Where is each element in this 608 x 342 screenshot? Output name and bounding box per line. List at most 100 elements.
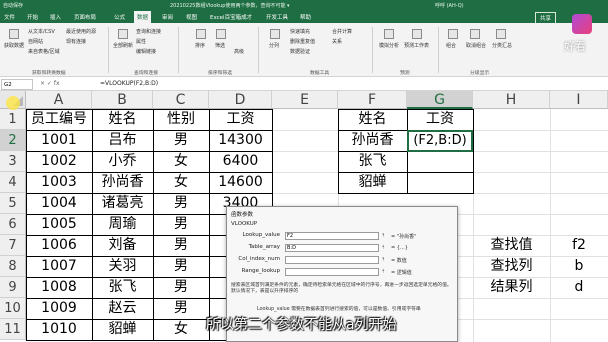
cell-h8[interactable]: 查找列 xyxy=(473,256,550,277)
cell-c5[interactable]: 男 xyxy=(153,193,209,214)
column-header-a[interactable]: A xyxy=(26,91,92,109)
cell-f3[interactable]: 张飞 xyxy=(338,151,407,172)
row-header-3[interactable]: 3 xyxy=(0,151,26,172)
cell-b7[interactable]: 刘备 xyxy=(92,235,153,256)
cell-d2[interactable]: 14300 xyxy=(209,130,272,151)
cell-a8[interactable]: 1007 xyxy=(26,256,92,277)
autosave-label[interactable]: 自动保存 xyxy=(3,2,23,9)
tab-help[interactable]: 帮助 xyxy=(300,13,311,21)
collapse-dialog-icon[interactable]: ⇡ xyxy=(381,256,387,264)
relationships-button[interactable]: 关系 xyxy=(332,38,342,45)
cell-b9[interactable]: 张飞 xyxy=(92,277,153,298)
cell-c4[interactable]: 女 xyxy=(153,172,209,193)
cell-f1[interactable]: 姓名 xyxy=(338,109,407,130)
cell-i8[interactable]: b xyxy=(550,256,608,277)
cell-b4[interactable]: 孙尚香 xyxy=(92,172,153,193)
cell-b2[interactable]: 吕布 xyxy=(92,130,153,151)
header-name[interactable]: 姓名 xyxy=(92,109,153,130)
from-table-button[interactable]: 来自表格/区域 xyxy=(28,48,60,55)
row-header-4[interactable]: 4 xyxy=(0,172,26,193)
properties-button[interactable]: 属性 xyxy=(136,38,146,45)
row-header-10[interactable]: 10 xyxy=(0,298,26,319)
cell-b3[interactable]: 小乔 xyxy=(92,151,153,172)
tab-home[interactable]: 开始 xyxy=(27,13,38,21)
remove-duplicates-button[interactable]: 删除重复值 xyxy=(290,38,315,45)
tab-review[interactable]: 审阅 xyxy=(162,13,173,21)
collapse-dialog-icon[interactable]: ⇡ xyxy=(381,232,387,240)
tab-formulas[interactable]: 公式 xyxy=(114,13,125,21)
row-header-9[interactable]: 9 xyxy=(0,277,26,298)
header-salary[interactable]: 工资 xyxy=(209,109,272,130)
name-box[interactable]: G2 xyxy=(1,79,33,90)
header-employee-id[interactable]: 员工编号 xyxy=(26,109,92,130)
cell-c3[interactable]: 女 xyxy=(153,151,209,172)
cell-c2[interactable]: 男 xyxy=(153,130,209,151)
formula-input[interactable]: =VLOOKUP(F2,B:D) xyxy=(100,80,158,87)
cell-a4[interactable]: 1003 xyxy=(26,172,92,193)
from-csv-button[interactable]: 从文本/CSV xyxy=(28,28,55,35)
collapse-dialog-icon[interactable]: ⇡ xyxy=(381,268,387,276)
column-header-h[interactable]: H xyxy=(473,91,550,109)
existing-connections-button[interactable]: 现有连接 xyxy=(66,38,86,45)
tab-insert[interactable]: 插入 xyxy=(50,13,61,21)
column-header-b[interactable]: B xyxy=(92,91,153,109)
arg-input-table-array[interactable]: B:D xyxy=(285,244,379,252)
tab-excel-toolbox[interactable]: Excel百宝箱成才 xyxy=(210,13,252,21)
tab-file[interactable]: 文件 xyxy=(4,13,15,21)
cell-d4[interactable]: 14600 xyxy=(209,172,272,193)
arg-input-range-lookup[interactable] xyxy=(285,268,379,276)
column-header-g[interactable]: G xyxy=(407,91,473,109)
arg-input-col-index[interactable] xyxy=(285,256,379,264)
cell-b5[interactable]: 诸葛亮 xyxy=(92,193,153,214)
cell-f2[interactable]: 孙尚香 xyxy=(338,130,407,151)
ungroup-button[interactable]: 取消组合 xyxy=(466,42,486,49)
text-to-columns-button[interactable]: 分列 xyxy=(269,42,279,49)
cell-i7[interactable]: f2 xyxy=(550,235,608,256)
column-header-e[interactable]: E xyxy=(272,91,338,109)
row-header-6[interactable]: 6 xyxy=(0,214,26,235)
advanced-filter-button[interactable]: 高级 xyxy=(234,48,244,55)
row-header-1[interactable]: 1 xyxy=(0,109,26,130)
column-header-d[interactable]: D xyxy=(209,91,272,109)
column-header-c[interactable]: C xyxy=(153,91,209,109)
tab-data[interactable]: 数据 xyxy=(134,11,152,23)
cell-c10[interactable]: 男 xyxy=(153,298,209,319)
cell-a2[interactable]: 1001 xyxy=(26,130,92,151)
cell-g1[interactable]: 工资 xyxy=(407,109,473,130)
cell-d3[interactable]: 6400 xyxy=(209,151,272,172)
cell-a6[interactable]: 1005 xyxy=(26,214,92,235)
user-name[interactable]: 呼呼 (AH-Q) xyxy=(435,2,464,9)
cell-a7[interactable]: 1006 xyxy=(26,235,92,256)
cell-b8[interactable]: 关羽 xyxy=(92,256,153,277)
collapse-dialog-icon[interactable]: ⇡ xyxy=(381,244,387,252)
cell-a9[interactable]: 1008 xyxy=(26,277,92,298)
recent-sources-button[interactable]: 最近使用的源 xyxy=(66,28,96,35)
filter-button[interactable]: 筛选 xyxy=(215,42,225,49)
cell-b6[interactable]: 周瑜 xyxy=(92,214,153,235)
cell-c6[interactable]: 男 xyxy=(153,214,209,235)
forecast-sheet-button[interactable]: 预测工作表 xyxy=(404,42,429,49)
cell-c8[interactable]: 男 xyxy=(153,256,209,277)
row-header-8[interactable]: 8 xyxy=(0,256,26,277)
cell-g2-editing[interactable]: (F2,B:D) xyxy=(409,132,471,150)
what-if-analysis-button[interactable]: 模拟分析 xyxy=(379,42,399,49)
cell-a3[interactable]: 1002 xyxy=(26,151,92,172)
cell-h7[interactable]: 查找值 xyxy=(473,235,550,256)
group-button[interactable]: 组合 xyxy=(446,42,456,49)
row-header-5[interactable]: 5 xyxy=(0,193,26,214)
column-header-f[interactable]: F xyxy=(338,91,407,109)
refresh-all-button[interactable]: 全部刷新 xyxy=(113,42,133,49)
cell-c9[interactable]: 男 xyxy=(153,277,209,298)
tab-page-layout[interactable]: 页面布局 xyxy=(74,13,96,21)
from-web-button[interactable]: 自网站 xyxy=(28,38,43,45)
consolidate-button[interactable]: 合并计算 xyxy=(332,28,352,35)
cell-i9[interactable]: d xyxy=(550,277,608,298)
cell-a11[interactable]: 1010 xyxy=(26,319,92,340)
formula-bar-icons[interactable]: × ✓ fx xyxy=(40,80,60,87)
data-validation-button[interactable]: 数据验证 xyxy=(290,48,310,55)
get-data-button[interactable]: 获取数据 xyxy=(4,42,24,49)
flash-fill-button[interactable]: 快速填充 xyxy=(290,28,310,35)
edit-links-button[interactable]: 编辑链接 xyxy=(136,48,156,55)
cell-f4[interactable]: 貂蝉 xyxy=(338,172,407,193)
cell-b10[interactable]: 赵云 xyxy=(92,298,153,319)
